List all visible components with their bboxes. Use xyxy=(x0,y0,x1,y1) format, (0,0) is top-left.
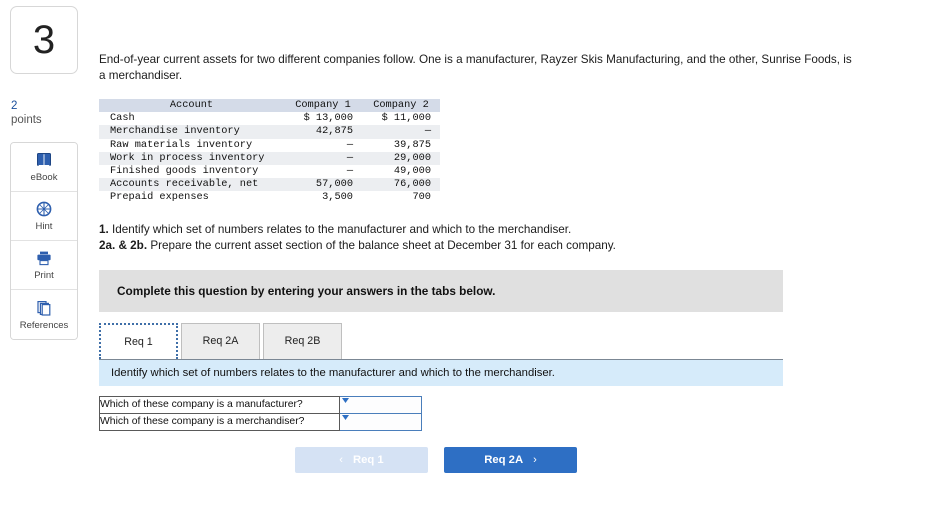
print-icon xyxy=(35,249,53,267)
ebook-icon xyxy=(35,151,53,169)
table-row: Prepaid expenses 3,500 700 xyxy=(99,191,440,205)
intro-paragraph: End-of-year current assets for two diffe… xyxy=(99,53,852,82)
cell-account: Work in process inventory xyxy=(99,151,284,166)
tab-label: Req 2A xyxy=(202,335,239,348)
answer-row: Which of these company is a merchandiser… xyxy=(99,412,423,431)
cell-company2: 49,000 xyxy=(362,165,440,179)
points-label: points xyxy=(11,114,42,126)
cell-company2: 76,000 xyxy=(362,178,440,192)
cell-account: Raw materials inventory xyxy=(99,138,284,152)
answer-input-merchandiser[interactable] xyxy=(338,412,423,431)
cell-company1: — xyxy=(284,151,362,166)
answer-grid: Which of these company is a manufacturer… xyxy=(99,395,423,431)
table-row: Raw materials inventory — 39,875 xyxy=(99,138,440,152)
cell-account: Merchandise inventory xyxy=(99,125,284,139)
main-content: End-of-year current assets for two diffe… xyxy=(99,0,899,473)
tab-label: Req 2B xyxy=(284,335,321,348)
tab-req-2b[interactable]: Req 2B xyxy=(263,322,342,359)
tab-label: Req 1 xyxy=(124,335,153,348)
points-block: 2 points xyxy=(10,99,78,127)
hint-button[interactable]: Hint xyxy=(11,192,77,241)
requirement-number: 2a. & 2b. xyxy=(99,238,148,252)
ebook-button[interactable]: eBook xyxy=(11,143,77,192)
question-number-box: 3 xyxy=(10,6,78,74)
table-row: Work in process inventory — 29,000 xyxy=(99,151,440,166)
table-row: Merchandise inventory 42,875 — xyxy=(99,125,440,139)
tab-req-1[interactable]: Req 1 xyxy=(99,322,178,359)
answer-input-manufacturer[interactable] xyxy=(338,395,423,414)
col-header-company2: Company 2 xyxy=(362,99,440,113)
select-arrow-icon xyxy=(341,397,349,404)
col-header-account: Account xyxy=(99,99,284,113)
left-rail: 3 2 points eBook Hint Print References xyxy=(10,6,78,340)
answer-question-label: Which of these company is a merchandiser… xyxy=(99,412,340,431)
cell-company1: 3,500 xyxy=(284,191,362,205)
table-row: Finished goods inventory — 49,000 xyxy=(99,165,440,179)
table-header: Account Company 1 Company 2 xyxy=(99,99,440,113)
cell-company2: $ 11,000 xyxy=(362,112,440,126)
cell-account: Finished goods inventory xyxy=(99,165,284,179)
answer-row: Which of these company is a manufacturer… xyxy=(99,395,423,414)
tab-instruction-text: Identify which set of numbers relates to… xyxy=(111,366,555,379)
requirement-tabs: Req 1 Req 2A Req 2B xyxy=(99,322,783,359)
references-icon xyxy=(35,299,53,317)
prev-req-button[interactable]: ‹ Req 1 xyxy=(295,446,428,473)
question-page: 3 2 points eBook Hint Print References E… xyxy=(0,0,950,518)
tool-stack: eBook Hint Print References xyxy=(10,142,78,340)
answer-question-label: Which of these company is a manufacturer… xyxy=(99,395,340,414)
current-assets-table: Account Company 1 Company 2 Cash $ 13,00… xyxy=(99,99,440,205)
cell-company1: 42,875 xyxy=(284,125,362,139)
next-req-label: Req 2A xyxy=(484,453,524,466)
cell-company1: $ 13,000 xyxy=(284,112,362,126)
question-number: 3 xyxy=(32,18,56,62)
requirement-text: Identify which set of numbers relates to… xyxy=(108,222,572,236)
requirement-number: 1. xyxy=(99,222,109,236)
select-arrow-icon xyxy=(341,414,349,421)
tab-instruction-banner: Identify which set of numbers relates to… xyxy=(99,358,783,386)
cell-company2: 700 xyxy=(362,191,440,205)
chevron-right-icon: › xyxy=(533,453,537,466)
complete-question-banner: Complete this question by entering your … xyxy=(99,269,783,312)
tab-req-2a[interactable]: Req 2A xyxy=(181,322,260,359)
references-button[interactable]: References xyxy=(11,290,77,339)
print-label: Print xyxy=(34,270,54,281)
cell-company2: — xyxy=(362,125,440,139)
ebook-label: eBook xyxy=(30,172,58,183)
next-req-button[interactable]: Req 2A › xyxy=(444,446,577,473)
prev-req-label: Req 1 xyxy=(352,453,384,466)
table-header-row: Account Company 1 Company 2 xyxy=(99,99,440,113)
table-body: Cash $ 13,000 $ 11,000 Merchandise inven… xyxy=(99,112,440,205)
cell-company2: 29,000 xyxy=(362,151,440,166)
requirements-list: 1. Identify which set of numbers relates… xyxy=(99,222,899,254)
cell-company1: 57,000 xyxy=(284,178,362,192)
complete-question-text: Complete this question by entering your … xyxy=(117,283,496,298)
print-button[interactable]: Print xyxy=(11,241,77,290)
requirement-line: 1. Identify which set of numbers relates… xyxy=(99,222,899,238)
references-label: References xyxy=(19,319,69,331)
requirement-line: 2a. & 2b. Prepare the current asset sect… xyxy=(99,238,899,254)
col-header-company1: Company 1 xyxy=(284,99,362,113)
chevron-left-icon: ‹ xyxy=(339,453,343,466)
table-row: Accounts receivable, net 57,000 76,000 xyxy=(99,178,440,192)
cell-account: Cash xyxy=(99,112,284,126)
hint-label: Hint xyxy=(35,221,53,232)
hint-icon xyxy=(35,200,53,218)
requirement-text: Prepare the current asset section of the… xyxy=(147,238,616,252)
cell-company1: — xyxy=(284,138,362,152)
cell-account: Prepaid expenses xyxy=(99,191,284,205)
navigation-row: ‹ Req 1 Req 2A › xyxy=(295,446,899,473)
cell-company1: — xyxy=(284,165,362,179)
points-value: 2 xyxy=(11,100,18,112)
table-row: Cash $ 13,000 $ 11,000 xyxy=(99,112,440,126)
cell-company2: 39,875 xyxy=(362,138,440,152)
cell-account: Accounts receivable, net xyxy=(99,178,284,192)
